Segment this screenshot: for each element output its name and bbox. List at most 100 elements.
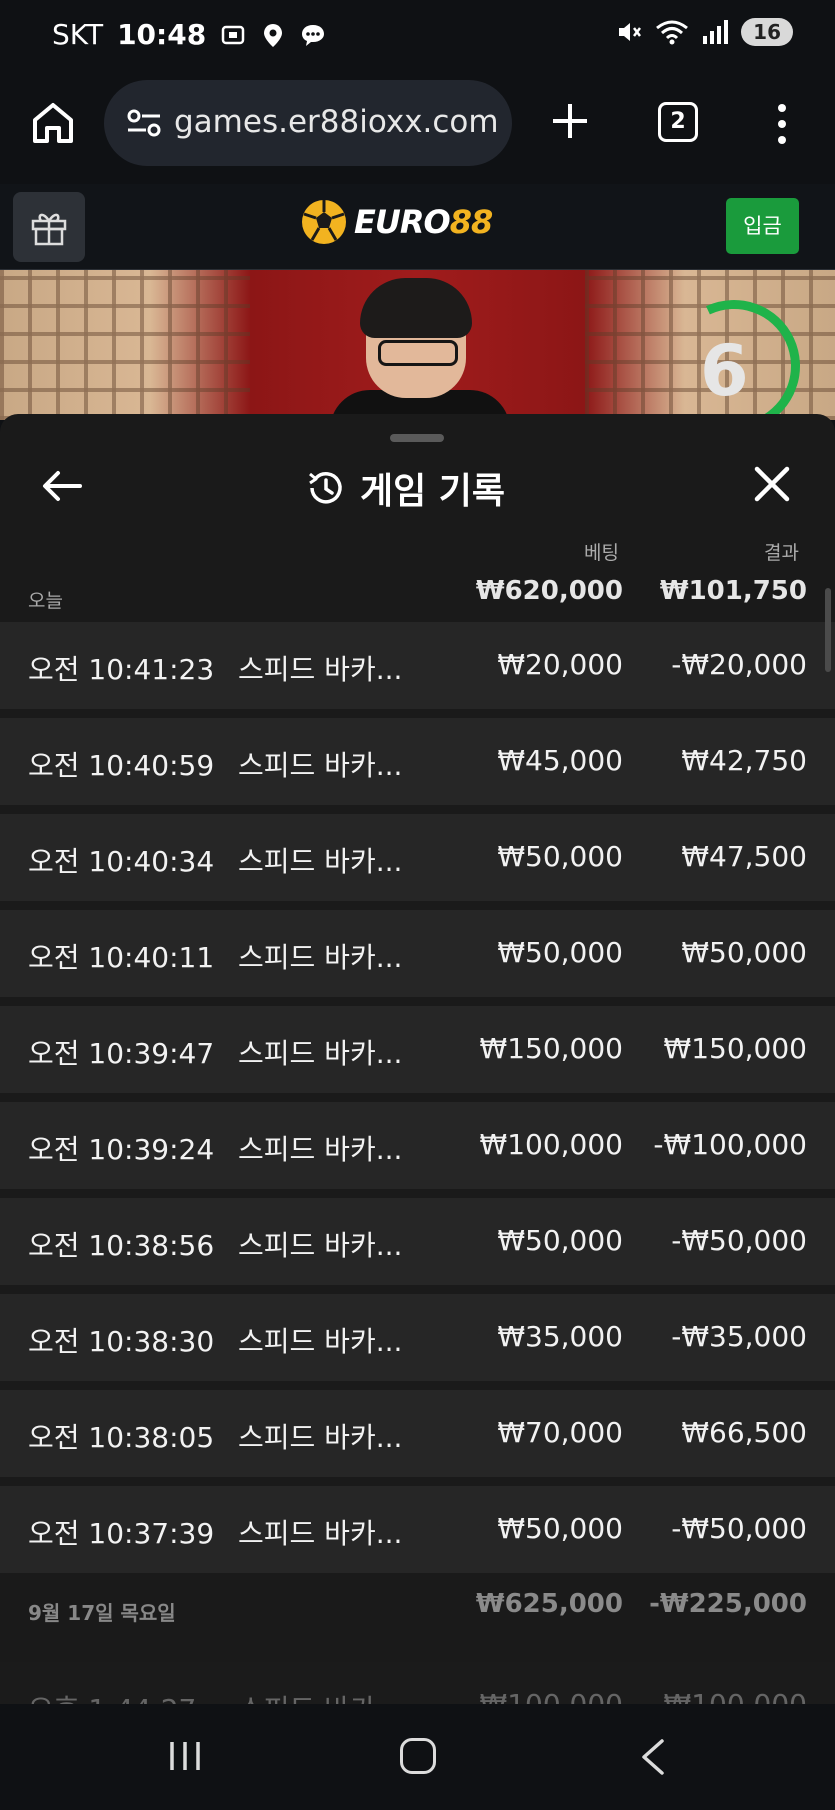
- recent-apps-icon[interactable]: [168, 1740, 202, 1772]
- row-result: -₩50,000: [671, 1224, 807, 1257]
- status-bar: SKT 10:48 16: [0, 0, 835, 70]
- football-icon: [302, 200, 346, 244]
- row-game: 스피드 바카...: [238, 941, 403, 974]
- row-game: 스피드 바카...: [238, 1517, 403, 1550]
- battery-indicator: 16: [741, 18, 793, 46]
- countdown-number: 6: [700, 330, 749, 412]
- gift-icon: [31, 213, 67, 246]
- previous-day-date: 9월 17일 목요일: [28, 1601, 176, 1625]
- table-row[interactable]: 오전 10:39:47 스피드 바카... ₩150,000 ₩150,000: [0, 1006, 835, 1093]
- row-game: 스피드 바카...: [238, 1229, 403, 1262]
- row-bet: ₩150,000: [479, 1032, 623, 1065]
- row-result: ₩50,000: [681, 936, 807, 969]
- table-row[interactable]: 오전 10:40:59 스피드 바카... ₩45,000 ₩42,750: [0, 718, 835, 805]
- row-result: ₩150,000: [663, 1032, 807, 1065]
- row-bet: ₩100,000: [479, 1128, 623, 1161]
- site-logo[interactable]: EURO88: [300, 198, 494, 246]
- table-row[interactable]: 오전 10:38:56 스피드 바카... ₩50,000 -₩50,000: [0, 1198, 835, 1285]
- row-time: 오전 10:39:47: [28, 1037, 215, 1070]
- drag-handle[interactable]: [390, 434, 444, 442]
- system-nav-bar: [0, 1704, 835, 1810]
- carrier-label: SKT: [52, 18, 104, 51]
- row-result: -₩20,000: [671, 648, 807, 681]
- row-time: 오전 10:38:05: [28, 1421, 215, 1454]
- table-row[interactable]: 오전 10:37:39 스피드 바카... ₩50,000 -₩50,000: [0, 1486, 835, 1573]
- home-icon[interactable]: [30, 100, 76, 146]
- gift-button[interactable]: [13, 192, 85, 262]
- address-bar[interactable]: games.er88ioxx.com: [104, 80, 512, 166]
- back-arrow-icon[interactable]: [40, 464, 84, 508]
- row-result: -₩100,000: [653, 1688, 807, 1704]
- row-time: 오전 10:41:23: [28, 653, 215, 686]
- home-nav-button[interactable]: [400, 1738, 436, 1774]
- tab-switcher-button[interactable]: 2: [658, 102, 698, 142]
- previous-day-result-total: -₩225,000: [649, 1589, 807, 1619]
- previous-day-bet-total: ₩625,000: [475, 1589, 623, 1619]
- row-bet: ₩50,000: [497, 936, 623, 969]
- row-time: 오전 10:40:11: [28, 941, 215, 974]
- row-bet: ₩45,000: [497, 744, 623, 777]
- row-time: 오전 10:37:39: [28, 1517, 215, 1550]
- row-game: 스피드 바카...: [238, 1325, 403, 1358]
- dealer-hair: [360, 278, 472, 338]
- scrollbar[interactable]: [825, 588, 831, 672]
- column-header-result: 결과: [764, 542, 799, 564]
- history-icon: [309, 472, 342, 504]
- url-text: games.er88ioxx.com: [174, 104, 499, 140]
- row-bet: ₩50,000: [497, 1224, 623, 1257]
- row-bet: ₩35,000: [497, 1320, 623, 1353]
- site-header: EURO88 입금: [0, 184, 835, 270]
- dealer-glasses: [378, 340, 458, 366]
- column-header-bet: 베팅: [584, 542, 619, 564]
- table-row[interactable]: 오전 10:40:11 스피드 바카... ₩50,000 ₩50,000: [0, 910, 835, 997]
- more-menu-icon[interactable]: [770, 102, 794, 146]
- today-bet-total: ₩620,000: [475, 576, 623, 606]
- previous-day-summary: 9월 17일 목요일 ₩625,000 -₩225,000: [0, 1567, 835, 1647]
- logo-text-euro: EURO: [354, 203, 451, 241]
- row-bet: ₩20,000: [497, 648, 623, 681]
- sheet-title: 게임 기록: [360, 471, 506, 512]
- row-time: 오전 10:40:59: [28, 749, 215, 782]
- row-time: 오전 10:39:24: [28, 1133, 215, 1166]
- row-game: 스피드 바카...: [238, 845, 403, 878]
- row-result: ₩42,750: [681, 744, 807, 777]
- row-time: 오전 10:38:56: [28, 1229, 215, 1262]
- back-nav-icon[interactable]: [638, 1738, 668, 1776]
- table-row[interactable]: 오후 1:44:27 스피드 바카... ₩100,000 -₩100,000: [0, 1662, 835, 1704]
- row-game: 스피드 바카...: [238, 1037, 403, 1070]
- deposit-button[interactable]: 입금: [726, 198, 799, 254]
- row-game: 스피드 바카...: [238, 749, 403, 782]
- message-icon: [302, 24, 325, 46]
- location-icon: [264, 23, 283, 47]
- mute-icon: [619, 23, 642, 41]
- row-time: 오전 10:40:34: [28, 845, 215, 878]
- row-result: ₩66,500: [681, 1416, 807, 1449]
- today-label: 오늘: [28, 590, 63, 612]
- row-game: 스피드 바카...: [238, 653, 403, 686]
- site-settings-icon[interactable]: [126, 108, 162, 138]
- table-row[interactable]: 오전 10:40:34 스피드 바카... ₩50,000 ₩47,500: [0, 814, 835, 901]
- row-bet: ₩100,000: [480, 1688, 623, 1704]
- lattice-decor-left: [0, 270, 250, 420]
- row-result: -₩100,000: [653, 1128, 807, 1161]
- close-icon[interactable]: [752, 464, 792, 504]
- signal-icon: [703, 20, 729, 44]
- table-row[interactable]: 오전 10:38:05 스피드 바카... ₩70,000 ₩66,500: [0, 1390, 835, 1477]
- row-result: ₩47,500: [681, 840, 807, 873]
- browser-toolbar: games.er88ioxx.com 2: [0, 70, 835, 184]
- row-game: 스피드 바카...: [238, 1133, 403, 1166]
- logo-text-88: 88: [449, 203, 494, 241]
- row-time: 오전 10:38:30: [28, 1325, 215, 1358]
- row-game: 스피드 바카...: [238, 1688, 402, 1704]
- table-row[interactable]: 오전 10:41:23 스피드 바카... ₩20,000 -₩20,000: [0, 622, 835, 709]
- new-tab-icon[interactable]: [547, 98, 593, 144]
- row-bet: ₩70,000: [497, 1416, 623, 1449]
- row-bet: ₩50,000: [497, 1512, 623, 1545]
- table-row[interactable]: 오전 10:38:30 스피드 바카... ₩35,000 -₩35,000: [0, 1294, 835, 1381]
- table-row[interactable]: 오전 10:39:24 스피드 바카... ₩100,000 -₩100,000: [0, 1102, 835, 1189]
- row-time: 오후 1:44:27: [28, 1688, 196, 1704]
- game-history-sheet: 게임 기록 베팅 결과 오늘 ₩620,000 ₩101,750 오전 10:4…: [0, 414, 835, 1704]
- wifi-icon: [656, 20, 689, 45]
- row-game: 스피드 바카...: [238, 1421, 403, 1454]
- today-result-total: ₩101,750: [659, 576, 807, 606]
